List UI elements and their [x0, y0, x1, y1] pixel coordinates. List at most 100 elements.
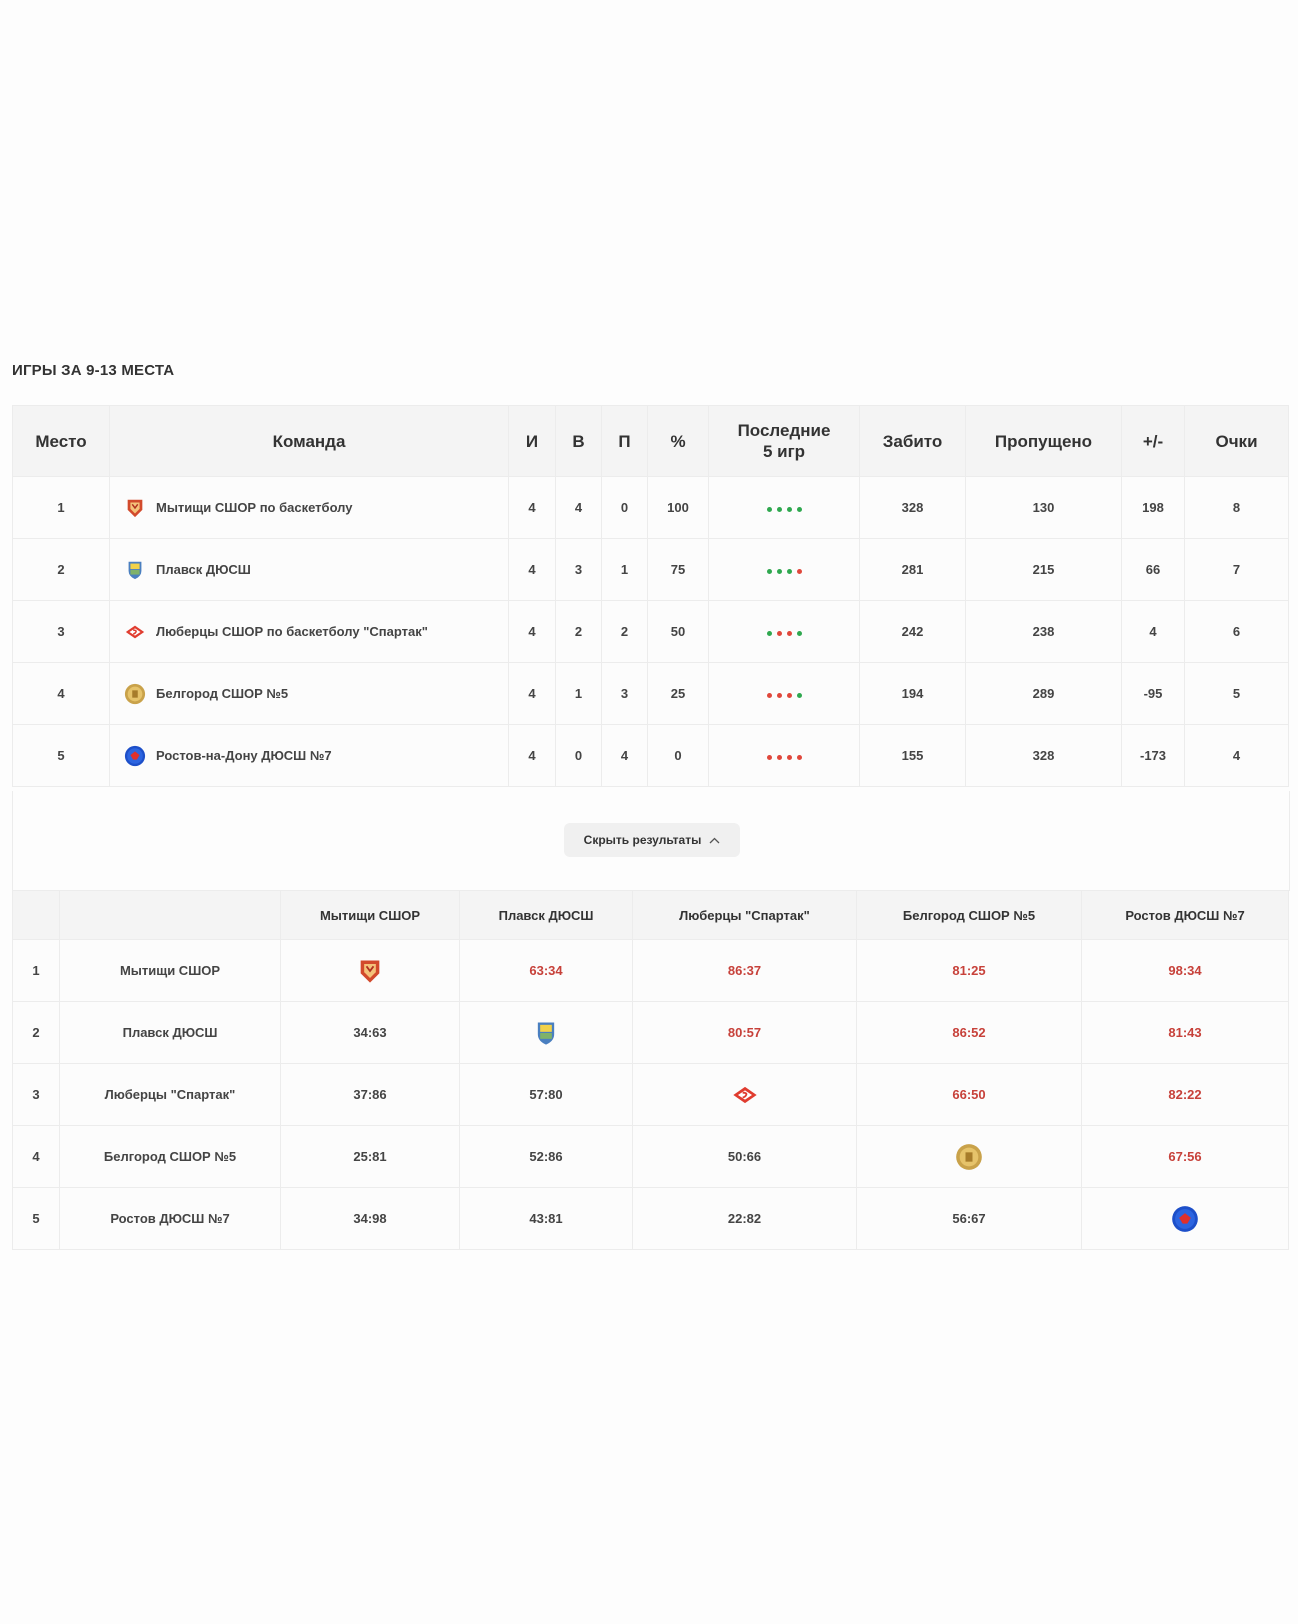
last5-loss-dot [786, 693, 792, 698]
header-wins[interactable]: В [555, 405, 602, 477]
header-diff[interactable]: +/- [1121, 405, 1185, 477]
crosstable-header: Ростов ДЮСШ №7 [1081, 890, 1289, 940]
crosstable-team: Мытищи СШОР [59, 939, 281, 1002]
crosstable-score[interactable]: 63:34 [459, 939, 633, 1002]
crosstable-place: 1 [12, 939, 60, 1002]
crosstable-score[interactable]: 80:57 [632, 1001, 857, 1064]
crosstable-score[interactable]: 81:43 [1081, 1001, 1289, 1064]
diff-cell: 198 [1121, 476, 1185, 539]
crosstable-score[interactable]: 50:66 [632, 1125, 857, 1188]
crosstable-header: Люберцы "Спартак" [632, 890, 857, 940]
conceded-cell: 215 [965, 538, 1122, 601]
team-name[interactable]: Ростов-на-Дону ДЮСШ №7 [156, 748, 332, 763]
crosstable-score[interactable]: 66:50 [856, 1063, 1082, 1126]
crosstable-place: 5 [12, 1187, 60, 1250]
games-cell: 4 [508, 662, 556, 725]
crosstable-row: 1 Мытищи СШОР 63:34 86:37 81:25 98:34 [12, 939, 1289, 1002]
crosstable-row: 5 Ростов ДЮСШ №7 34:98 43:81 22:82 56:67 [12, 1187, 1289, 1250]
crosstable-self-cell [856, 1125, 1082, 1188]
team-cell[interactable]: Белгород СШОР №5 [109, 662, 509, 725]
crosstable: Мытищи СШОР Плавск ДЮСШ Люберцы "Спартак" Б… [12, 890, 1289, 1250]
hide-results-button[interactable]: Скрыть результаты [564, 823, 740, 857]
header-pct[interactable]: % [647, 405, 709, 477]
header-conceded[interactable]: Пропущено [965, 405, 1122, 477]
place-cell: 4 [12, 662, 110, 725]
crosstable-score[interactable]: 22:82 [632, 1187, 857, 1250]
last5-loss-dot [786, 631, 792, 636]
header-team[interactable]: Команда [109, 405, 509, 477]
crosstable-score[interactable]: 86:37 [632, 939, 857, 1002]
crosstable-score[interactable]: 25:81 [280, 1125, 460, 1188]
last5-cell [708, 662, 860, 725]
pct-cell: 100 [647, 476, 709, 539]
conceded-cell: 289 [965, 662, 1122, 725]
scored-cell: 155 [859, 724, 966, 787]
section-title: ИГРЫ ЗА 9-13 МЕСТА [12, 362, 175, 379]
points-cell: 6 [1184, 600, 1289, 663]
last5-cell [708, 724, 860, 787]
team-cell[interactable]: Люберцы СШОР по баскетболу "Спартак" [109, 600, 509, 663]
team-name[interactable]: Плавск ДЮСШ [156, 562, 251, 577]
belgorod-logo [124, 683, 146, 705]
diff-cell: 4 [1121, 600, 1185, 663]
losses-cell: 4 [601, 724, 648, 787]
last5-cell [708, 538, 860, 601]
crosstable-score[interactable]: 67:56 [1081, 1125, 1289, 1188]
header-losses[interactable]: П [601, 405, 648, 477]
plavsk-logo [124, 559, 146, 581]
crosstable-score[interactable]: 57:80 [459, 1063, 633, 1126]
crosstable-score[interactable]: 81:25 [856, 939, 1082, 1002]
standings-row[interactable]: 5 Ростов-на-Дону ДЮСШ №7 4 0 4 0 155 328 -173 4 [12, 724, 1289, 787]
crosstable-self-cell [459, 1001, 633, 1064]
header-place[interactable]: Место [12, 405, 110, 477]
crosstable-self-cell [1081, 1187, 1289, 1250]
header-points[interactable]: Очки [1184, 405, 1289, 477]
team-cell[interactable]: Ростов-на-Дону ДЮСШ №7 [109, 724, 509, 787]
losses-cell: 2 [601, 600, 648, 663]
mytishchi-logo [356, 957, 384, 985]
crosstable-score[interactable]: 56:67 [856, 1187, 1082, 1250]
team-name[interactable]: Белгород СШОР №5 [156, 686, 288, 701]
plavsk-logo [532, 1019, 560, 1047]
diff-cell: -95 [1121, 662, 1185, 725]
place-cell: 3 [12, 600, 110, 663]
last5-loss-dot [766, 755, 772, 760]
crosstable-self-cell [632, 1063, 857, 1126]
crosstable-score[interactable]: 98:34 [1081, 939, 1289, 1002]
header-scored[interactable]: Забито [859, 405, 966, 477]
crosstable-score[interactable]: 43:81 [459, 1187, 633, 1250]
wins-cell: 3 [555, 538, 602, 601]
standings-row[interactable]: 4 Белгород СШОР №5 4 1 3 25 194 289 -95 5 [12, 662, 1289, 725]
header-last5[interactable]: Последние 5 игр [708, 405, 860, 477]
header-last5-line2: 5 игр [762, 442, 806, 461]
place-cell: 5 [12, 724, 110, 787]
standings-header-row: Место Команда И В П % Последние 5 игр За… [12, 405, 1289, 477]
rostov-logo [124, 745, 146, 767]
wins-cell: 2 [555, 600, 602, 663]
pct-cell: 50 [647, 600, 709, 663]
crosstable-team: Ростов ДЮСШ №7 [59, 1187, 281, 1250]
diff-cell: -173 [1121, 724, 1185, 787]
crosstable-score[interactable]: 86:52 [856, 1001, 1082, 1064]
place-cell: 1 [12, 476, 110, 539]
team-cell[interactable]: Плавск ДЮСШ [109, 538, 509, 601]
conceded-cell: 130 [965, 476, 1122, 539]
rostov-logo [1171, 1205, 1199, 1233]
crosstable-score[interactable]: 82:22 [1081, 1063, 1289, 1126]
place-cell: 2 [12, 538, 110, 601]
standings-row[interactable]: 3 Люберцы СШОР по баскетболу "Спартак" 4… [12, 600, 1289, 663]
standings-row[interactable]: 2 Плавск ДЮСШ 4 3 1 75 281 215 66 7 [12, 538, 1289, 601]
team-name[interactable]: Люберцы СШОР по баскетболу "Спартак" [156, 624, 428, 639]
team-name[interactable]: Мытищи СШОР по баскетболу [156, 500, 353, 515]
team-cell[interactable]: Мытищи СШОР по баскетболу [109, 476, 509, 539]
header-games[interactable]: И [508, 405, 556, 477]
spartak-logo [124, 621, 146, 643]
crosstable-score[interactable]: 52:86 [459, 1125, 633, 1188]
crosstable-score[interactable]: 37:86 [280, 1063, 460, 1126]
crosstable-score[interactable]: 34:63 [280, 1001, 460, 1064]
crosstable-team: Люберцы "Спартак" [59, 1063, 281, 1126]
last5-cell [708, 476, 860, 539]
crosstable-score[interactable]: 34:98 [280, 1187, 460, 1250]
standings-row[interactable]: 1 Мытищи СШОР по баскетболу 4 4 0 100 328 130… [12, 476, 1289, 539]
last5-win-dot [766, 569, 772, 574]
